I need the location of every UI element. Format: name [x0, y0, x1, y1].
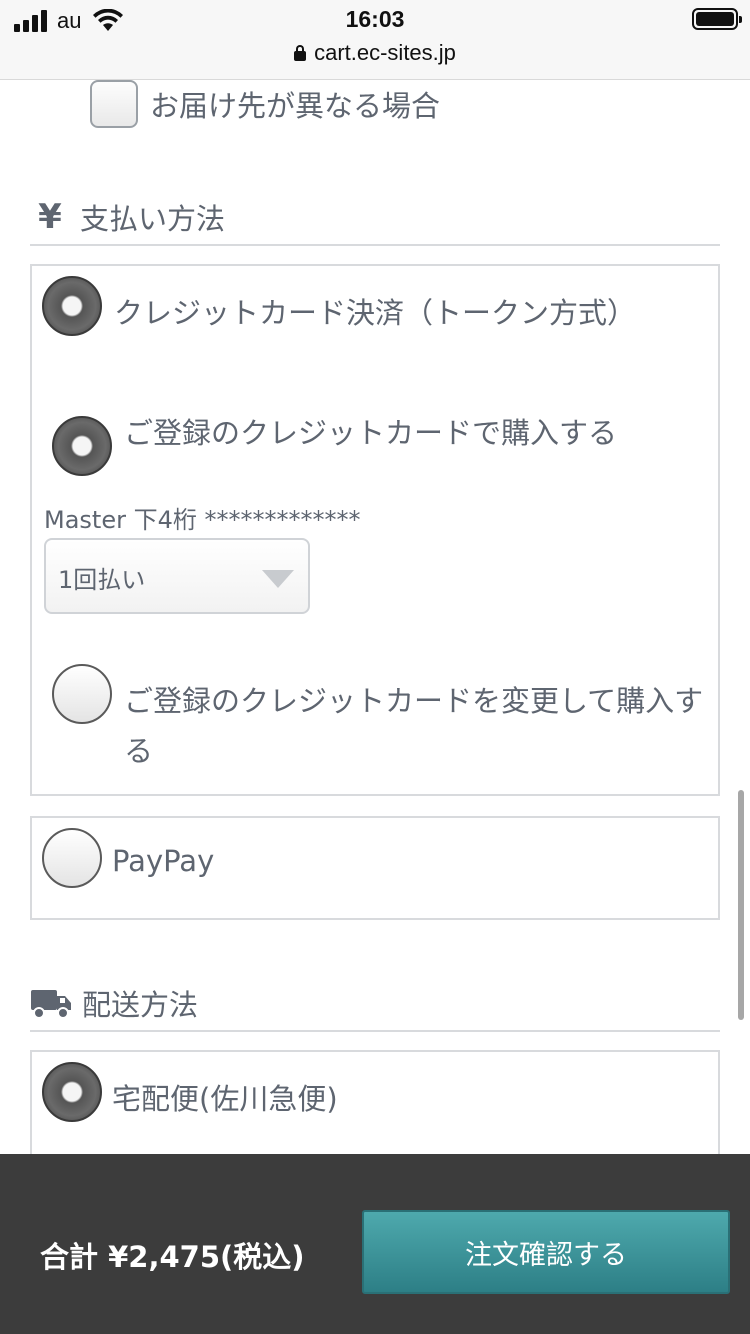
lock-icon — [294, 45, 307, 61]
url-text: cart.ec-sites.jp — [314, 40, 456, 65]
different-address-label: お届け先が異なる場合 — [150, 89, 441, 123]
shipping-heading: 配送方法 — [82, 988, 199, 1022]
paypay-label[interactable]: PayPay — [112, 836, 214, 886]
payment-section-heading: ¥ 支払い方法 — [30, 196, 720, 246]
registered-card-label[interactable]: ご登録のクレジットカードで購入する — [124, 408, 617, 458]
yen-icon: ¥ — [38, 197, 62, 237]
card-info: Master 下4桁 ************* — [44, 506, 361, 534]
installment-value: 1回払い — [58, 566, 146, 594]
bottom-bar: 合計 ¥2,475(税込) 注文確認する — [0, 1154, 750, 1334]
dropdown-arrow-icon — [262, 570, 294, 588]
payment-heading: 支払い方法 — [80, 202, 226, 236]
shipping-radio[interactable] — [42, 1062, 102, 1122]
battery-icon — [692, 8, 742, 30]
different-address-row[interactable]: お届け先が異なる場合 — [90, 80, 440, 128]
confirm-order-button[interactable]: 注文確認する — [362, 1210, 730, 1294]
clock: 16:03 — [345, 6, 405, 32]
credit-card-radio[interactable] — [42, 276, 102, 336]
shipping-label[interactable]: 宅配便(佐川急便) — [112, 1074, 338, 1124]
credit-card-label[interactable]: クレジットカード決済（トークン方式） — [114, 288, 636, 338]
credit-card-box: クレジットカード決済（トークン方式） ご登録のクレジットカードで購入する Mas… — [30, 264, 720, 796]
address-bar[interactable]: cart.ec-sites.jp — [0, 40, 750, 66]
installment-select[interactable]: 1回払い — [44, 538, 310, 614]
paypay-box: PayPay — [30, 816, 720, 920]
truck-icon — [31, 990, 71, 1019]
total-amount: 合計 ¥2,475(税込) — [40, 1240, 305, 1274]
paypay-radio[interactable] — [42, 828, 102, 888]
change-card-radio[interactable] — [52, 664, 112, 724]
scrollbar[interactable] — [738, 790, 744, 1020]
registered-card-radio[interactable] — [52, 416, 112, 476]
change-card-label[interactable]: ご登録のクレジットカードを変更して購入する — [124, 676, 704, 776]
shipping-section-heading: 配送方法 — [30, 982, 720, 1032]
status-bar: au 16:03 cart.ec-sites.jp — [0, 0, 750, 80]
different-address-checkbox[interactable] — [90, 80, 138, 128]
